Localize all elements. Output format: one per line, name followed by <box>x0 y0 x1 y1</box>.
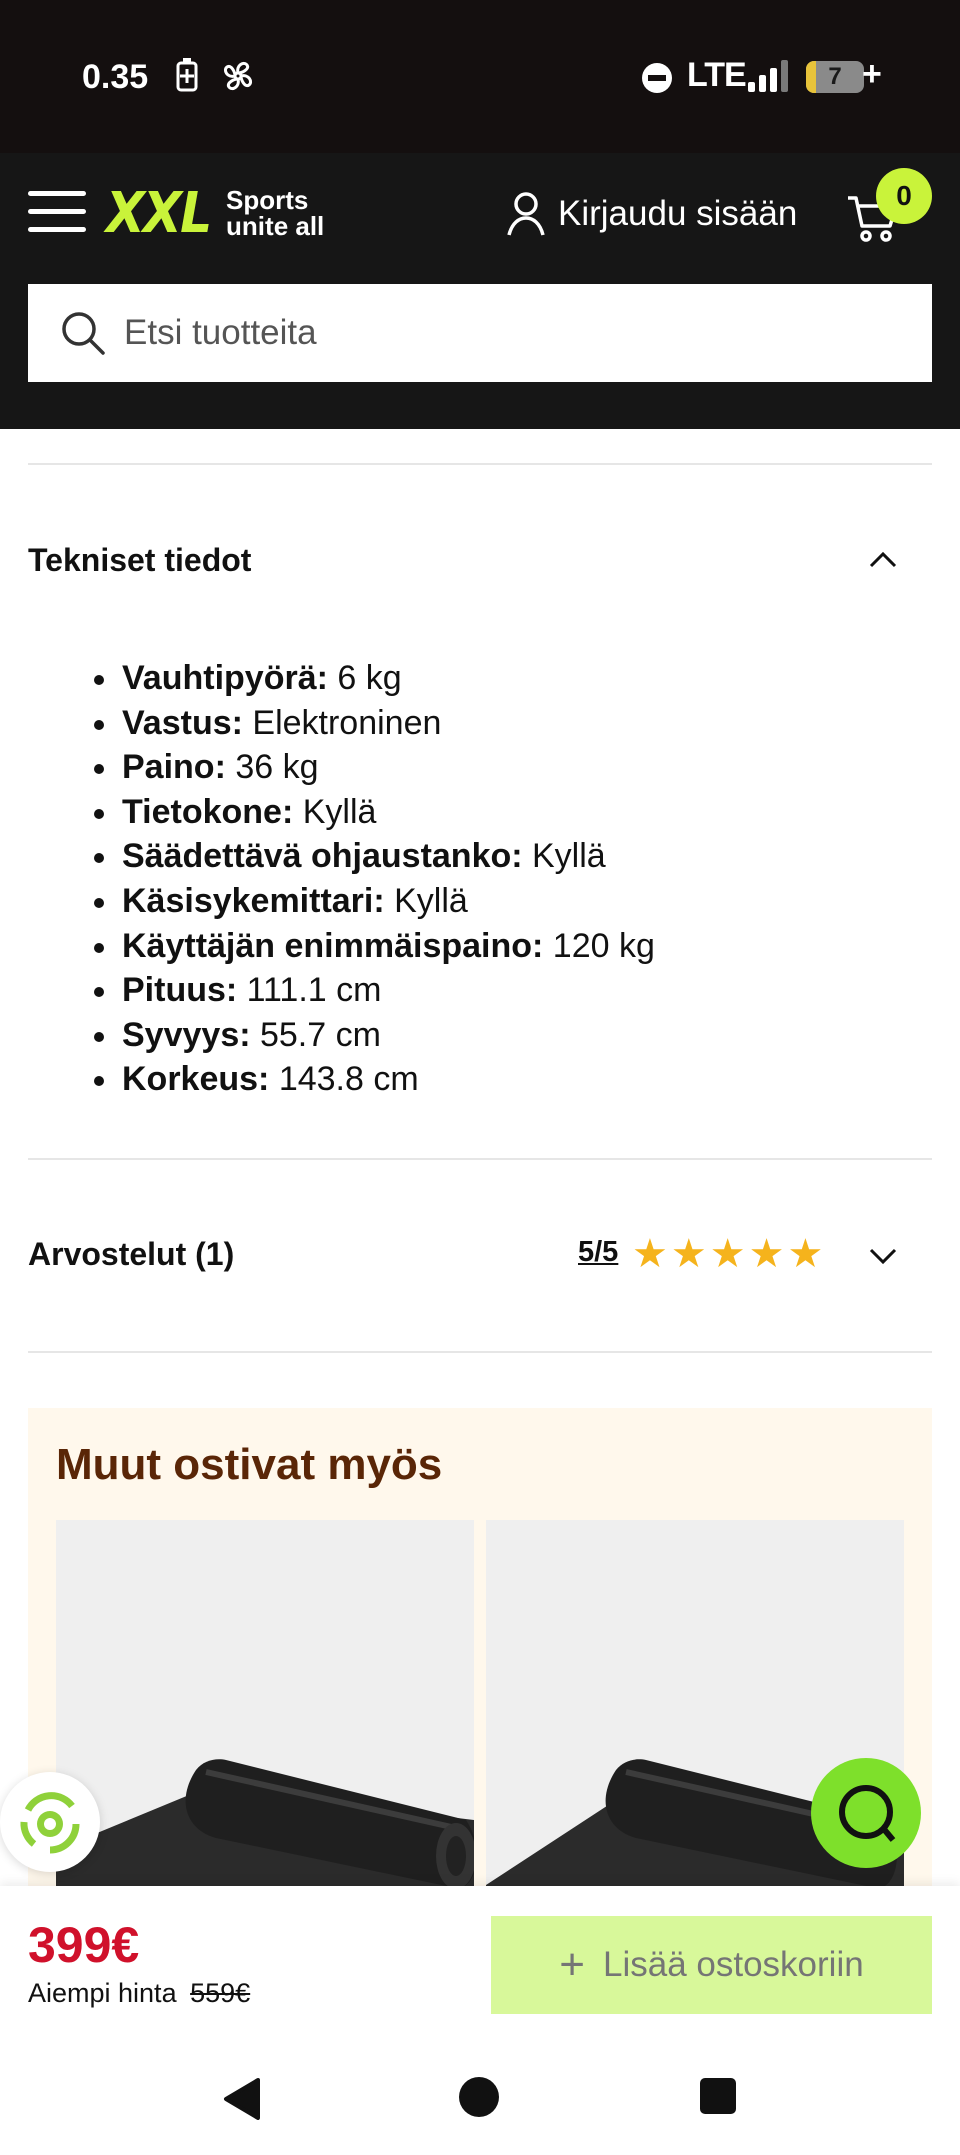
spec-value: 6 kg <box>327 659 402 697</box>
spec-item: Säädettävä ohjaustanko: Kyllä <box>94 834 655 879</box>
spec-label: Käsisykemittari: <box>122 881 385 920</box>
status-time: 0.35 <box>82 58 149 96</box>
spec-item: Paino: 36 kg <box>94 745 655 790</box>
battery-level: 7 <box>828 63 842 90</box>
spec-label: Käyttäjän enimmäispaino: <box>122 926 544 965</box>
product-image <box>56 1759 474 1920</box>
spec-label: Tietokone: <box>122 792 294 831</box>
spec-item: Pituus: 111.1 cm <box>94 968 655 1013</box>
spec-item: Syvyys: 55.7 cm <box>94 1013 655 1058</box>
logo-tagline: Sports unite all <box>226 187 324 239</box>
others-bought-title: Muut ostivat myös <box>56 1440 443 1489</box>
network-type: LTE <box>687 56 747 94</box>
back-icon[interactable] <box>222 2078 262 2120</box>
fan-icon <box>220 58 256 99</box>
battery-saver-icon <box>176 58 198 97</box>
tech-specs-header[interactable]: Tekniset tiedot <box>28 542 251 579</box>
others-bought-section: Muut ostivat myös <box>28 1408 932 1920</box>
add-to-cart-button[interactable]: + Lisää ostoskoriin <box>491 1916 932 2014</box>
spec-value: Kyllä <box>522 837 606 876</box>
spec-item: Tietokone: Kyllä <box>94 790 655 835</box>
spec-label: Syvyys: <box>122 1015 251 1054</box>
logo-wordmark: XXL <box>106 180 212 246</box>
tech-specs-list: Vauhtipyörä: 6 kg Vastus: Elektroninen P… <box>94 656 655 1102</box>
site-header: XXL Sports unite all Kirjaudu sisään 0 <box>0 153 960 429</box>
previous-price-label: Aiempi hinta <box>28 1978 177 2008</box>
spec-label: Paino: <box>122 748 226 787</box>
do-not-disturb-icon <box>641 62 673 99</box>
chevron-down-icon[interactable] <box>868 1244 898 1268</box>
battery-plus: + <box>862 55 882 93</box>
spec-item: Käsisykemittari: Kyllä <box>94 879 655 924</box>
login-label: Kirjaudu sisään <box>558 194 798 233</box>
spec-label: Vastus: <box>122 703 243 742</box>
spec-label: Vauhtipyörä: <box>122 659 328 697</box>
spec-item: Vastus: Elektroninen <box>94 701 655 746</box>
chat-icon <box>839 1785 896 1842</box>
star-icon: ★ <box>748 1232 785 1276</box>
star-icon: ★ <box>670 1232 707 1276</box>
star-icon: ★ <box>632 1232 668 1276</box>
reviews-header[interactable]: Arvostelut (1) <box>28 1236 234 1273</box>
spec-item: Korkeus: 143.8 cm <box>94 1057 655 1102</box>
spec-value: 143.8 cm <box>269 1060 419 1099</box>
rating-stars: ★ ★ ★ ★ ★ <box>632 1234 826 1274</box>
rating-score[interactable]: 5/5 <box>578 1236 618 1269</box>
purchase-bar: 399€ Aiempi hinta 559€ + Lisää ostoskori… <box>0 1886 960 2036</box>
recent-apps-icon[interactable] <box>700 2078 736 2114</box>
signal-icon <box>748 60 790 97</box>
menu-button[interactable] <box>28 191 86 233</box>
chat-button[interactable] <box>811 1758 921 1868</box>
divider <box>28 1158 932 1160</box>
login-link[interactable]: Kirjaudu sisään <box>506 191 797 237</box>
spec-label: Säädettävä ohjaustanko: <box>122 837 523 876</box>
product-card[interactable] <box>56 1520 474 1920</box>
search-icon <box>62 312 105 355</box>
system-nav-bar <box>0 2036 960 2155</box>
spec-label: Korkeus: <box>122 1060 270 1099</box>
search-input[interactable] <box>124 313 824 353</box>
user-icon <box>507 192 545 236</box>
spec-value: Kyllä <box>293 792 377 831</box>
logo-tagline-line2: unite all <box>226 211 325 241</box>
spec-value: 120 kg <box>543 926 655 965</box>
search-bar[interactable] <box>28 284 932 382</box>
spec-item: Vauhtipyörä: 6 kg <box>94 656 655 701</box>
divider <box>28 463 932 465</box>
logo[interactable]: XXL Sports unite all <box>106 180 324 246</box>
spec-value: 36 kg <box>225 748 319 787</box>
divider <box>28 1351 932 1353</box>
spec-value: Kyllä <box>384 881 468 920</box>
home-icon[interactable] <box>459 2077 499 2117</box>
star-icon: ★ <box>787 1232 824 1276</box>
status-bar: 0.35 LTE 7 + <box>0 0 960 153</box>
cart-count-badge: 0 <box>876 168 932 224</box>
recycle-icon <box>20 1792 80 1854</box>
star-icon: ★ <box>709 1232 746 1276</box>
plus-icon: + <box>559 1940 585 1989</box>
eco-badge[interactable] <box>0 1772 100 1872</box>
previous-price-value: 559€ <box>190 1978 251 2008</box>
spec-label: Pituus: <box>122 971 238 1010</box>
spec-value: Elektroninen <box>242 703 442 742</box>
current-price: 399€ <box>28 1917 140 1973</box>
spec-item: Käyttäjän enimmäispaino: 120 kg <box>94 924 655 969</box>
previous-price: Aiempi hinta 559€ <box>28 1978 250 2009</box>
battery-icon: 7 <box>806 61 864 93</box>
add-to-cart-label: Lisää ostoskoriin <box>603 1945 864 1984</box>
spec-value: 55.7 cm <box>250 1015 381 1054</box>
spec-value: 111.1 cm <box>237 971 382 1010</box>
chevron-up-icon[interactable] <box>868 548 898 572</box>
